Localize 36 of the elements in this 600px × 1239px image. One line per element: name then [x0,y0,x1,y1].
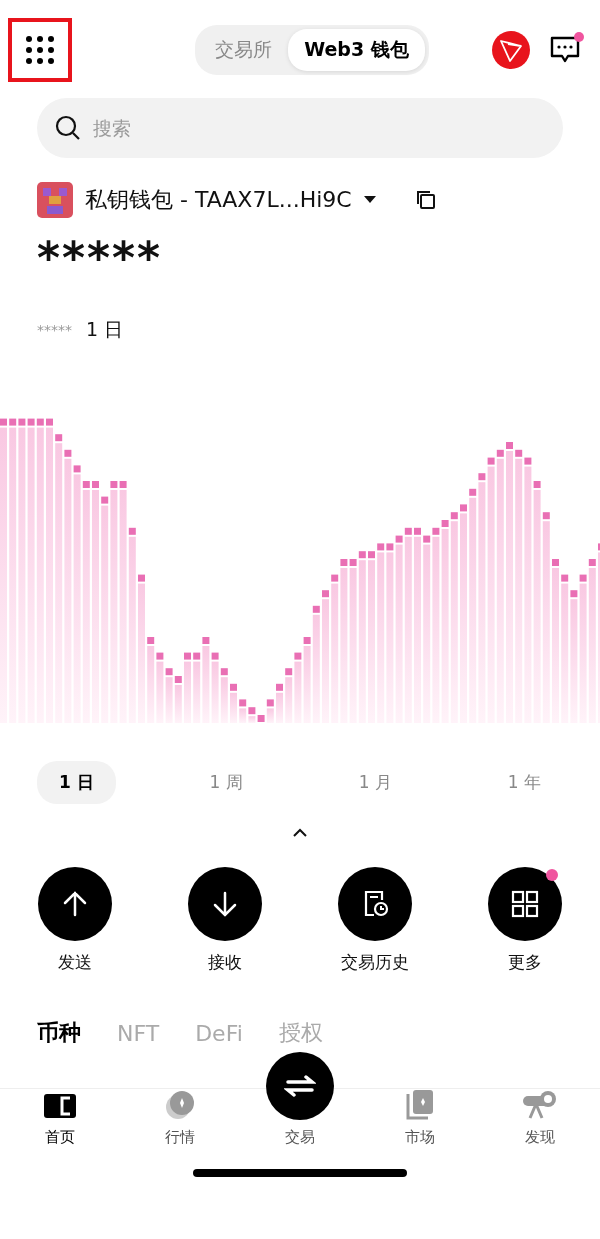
grid-dots-icon [25,35,55,65]
copy-icon[interactable] [415,190,436,210]
coin-icon [165,1090,195,1120]
action-button[interactable]: 接收 [170,867,280,974]
nav-tab[interactable]: 交易 [250,1052,350,1147]
range-tab[interactable]: 1 年 [485,761,563,804]
action-button[interactable]: 交易历史 [320,867,430,974]
search-input[interactable]: 搜索 [91,116,545,140]
balance-amount: ***** [37,232,164,283]
nav-tab[interactable]: 市场 [370,1090,470,1147]
segment-tab[interactable]: Web3 钱包 [288,29,425,71]
swap-icon [284,1074,316,1098]
range-tab[interactable]: 1 月 [336,761,414,804]
asset-tab[interactable]: 币种 [37,1018,81,1048]
period-label: 1 日 [86,317,124,342]
range-tab[interactable]: 1 日 [37,761,116,804]
nav-tab[interactable]: 发现 [490,1090,590,1147]
message-icon[interactable] [550,35,580,65]
change-amount: ***** [37,322,72,338]
menu-button[interactable] [25,35,55,65]
action-button[interactable]: 发送 [20,867,130,974]
nav-tab[interactable]: 行情 [130,1090,230,1147]
search-field[interactable]: 搜索 [37,98,563,158]
telescope-icon [523,1090,557,1120]
nav-tab[interactable]: 首页 [10,1092,110,1147]
cards-icon [406,1090,434,1120]
search-icon [55,115,81,141]
network-logo-icon[interactable] [492,31,530,69]
wallet-avatar-icon [37,182,73,218]
action-button[interactable]: 更多 [470,867,580,974]
wallet-name[interactable]: 私钥钱包 - TAAX7L...Hi9C [85,185,352,215]
range-tab[interactable]: 1 周 [187,761,265,804]
wallet-icon [44,1092,76,1120]
dropdown-caret-icon[interactable] [363,196,376,204]
caret-up-icon[interactable] [293,828,307,837]
apps-grid-icon [510,889,540,919]
